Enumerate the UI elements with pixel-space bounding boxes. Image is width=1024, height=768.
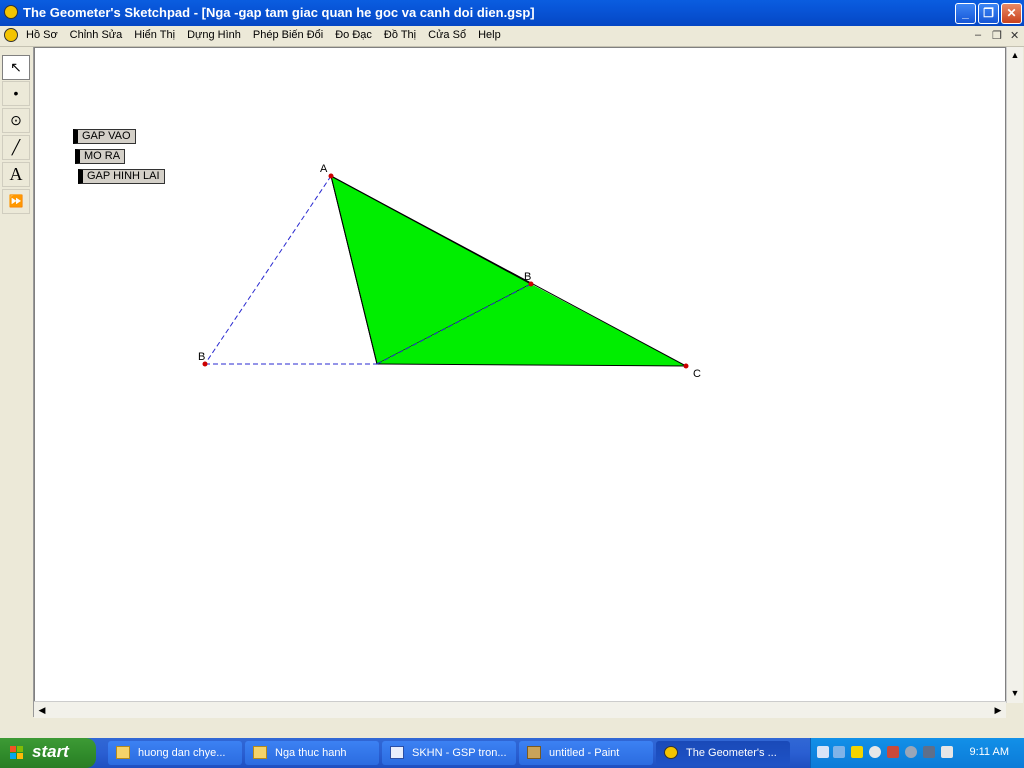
- document-icon[interactable]: [4, 28, 18, 42]
- toolbox: ↖ • ⊙ ╱ A ⏩: [0, 47, 34, 717]
- sketchpad-app-icon[interactable]: [4, 5, 18, 19]
- selection-arrow-icon[interactable]: ↖: [2, 55, 30, 80]
- menu-construct[interactable]: Dựng Hình: [187, 29, 241, 41]
- label-b-original[interactable]: B: [198, 351, 205, 363]
- windows-flag-icon: [10, 746, 23, 759]
- custom-tool-icon[interactable]: ⏩: [2, 189, 30, 214]
- tray-vietkey-icon[interactable]: [851, 746, 863, 758]
- mdi-minimize-button[interactable]: –: [975, 29, 981, 41]
- task-skhn-word[interactable]: SKHN - GSP tron...: [382, 741, 516, 765]
- start-label: start: [32, 742, 69, 761]
- tray-audio-device-icon[interactable]: [923, 746, 935, 758]
- tray-security-icon[interactable]: [887, 746, 899, 758]
- menu-file[interactable]: Hồ Sơ: [26, 29, 58, 41]
- title-bar: The Geometer's Sketchpad - [Nga -gap tam…: [0, 0, 1024, 26]
- menu-help[interactable]: Help: [478, 29, 501, 41]
- tray-disk-icon[interactable]: [869, 746, 881, 758]
- label-b-folded[interactable]: B: [524, 271, 531, 283]
- compass-tool-icon[interactable]: ⊙: [2, 108, 30, 133]
- start-button[interactable]: start: [0, 738, 96, 768]
- word-document-icon: [390, 746, 404, 759]
- menu-edit[interactable]: Chỉnh Sửa: [70, 29, 123, 41]
- vertical-scrollbar[interactable]: ▲ ▼: [1006, 47, 1023, 703]
- dashed-ab[interactable]: [204, 175, 332, 365]
- task-huong-dan[interactable]: huong dan chye...: [108, 741, 242, 765]
- task-label: SKHN - GSP tron...: [412, 747, 507, 759]
- scroll-right-icon[interactable]: ▶: [990, 702, 1006, 718]
- mdi-close-button[interactable]: ✕: [1010, 29, 1019, 42]
- taskbar: start huong dan chye... Nga thuc hanh SK…: [0, 738, 1024, 768]
- status-bar: [0, 718, 1024, 738]
- menu-display[interactable]: Hiển Thị: [134, 29, 175, 41]
- paint-icon: [527, 746, 541, 759]
- folder-icon: [253, 746, 267, 759]
- menu-window[interactable]: Cửa Sổ: [428, 29, 466, 41]
- tray-window-icon[interactable]: [817, 746, 829, 758]
- system-tray: 9:11 AM: [810, 738, 1024, 768]
- clock[interactable]: 9:11 AM: [969, 746, 1009, 758]
- task-label: Nga thuc hanh: [275, 747, 347, 759]
- task-label: untitled - Paint: [549, 747, 620, 759]
- folder-icon: [116, 746, 130, 759]
- volume-icon[interactable]: [941, 746, 953, 758]
- label-c[interactable]: C: [693, 368, 701, 380]
- menu-graph[interactable]: Đồ Thị: [384, 29, 416, 41]
- scroll-left-icon[interactable]: ◀: [34, 702, 50, 718]
- window-title: The Geometer's Sketchpad - [Nga -gap tam…: [23, 5, 535, 20]
- mdi-restore-button[interactable]: ❐: [992, 29, 1002, 42]
- scroll-down-icon[interactable]: ▼: [1007, 685, 1023, 701]
- text-tool-icon[interactable]: A: [2, 162, 30, 187]
- geometry-drawing: A B B C: [198, 163, 701, 380]
- point-tool-icon[interactable]: •: [2, 81, 30, 106]
- task-sketchpad[interactable]: The Geometer's ...: [656, 741, 790, 765]
- task-label: The Geometer's ...: [686, 747, 777, 759]
- menu-items: Hồ Sơ Chỉnh Sửa Hiển Thị Dựng Hình Phép …: [26, 29, 501, 41]
- tray-sync-icon[interactable]: [905, 746, 917, 758]
- menu-bar: Hồ Sơ Chỉnh Sửa Hiển Thị Dựng Hình Phép …: [0, 26, 1024, 47]
- point-c[interactable]: [683, 363, 689, 369]
- task-paint[interactable]: untitled - Paint: [519, 741, 653, 765]
- tray-network-icon[interactable]: [833, 746, 845, 758]
- scroll-up-icon[interactable]: ▲: [1007, 47, 1023, 63]
- menu-measure[interactable]: Đo Đạc: [335, 29, 372, 41]
- maximize-button[interactable]: ❐: [978, 3, 999, 24]
- point-a[interactable]: [328, 173, 334, 179]
- horizontal-scrollbar[interactable]: ◀ ▶: [34, 701, 1006, 718]
- task-label: huong dan chye...: [138, 747, 226, 759]
- task-nga-thuc-hanh[interactable]: Nga thuc hanh: [245, 741, 379, 765]
- close-button[interactable]: ✕: [1001, 3, 1022, 24]
- sketch-canvas[interactable]: GAP VAO MO RA GAP HINH LAI A B B C: [34, 47, 1006, 703]
- minimize-button[interactable]: _: [955, 3, 976, 24]
- straightedge-tool-icon[interactable]: ╱: [2, 135, 30, 160]
- menu-transform[interactable]: Phép Biến Đổi: [253, 29, 323, 41]
- label-a[interactable]: A: [320, 163, 328, 175]
- sketchpad-icon: [664, 746, 678, 759]
